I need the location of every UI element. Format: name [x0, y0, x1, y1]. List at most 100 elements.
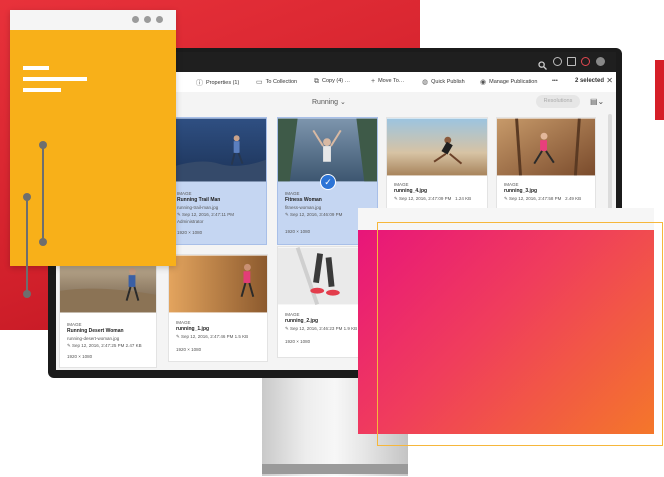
asset-thumbnail: [387, 118, 487, 176]
connector-line: [26, 196, 28, 294]
asset-author: Administrator: [177, 219, 204, 224]
asset-dimensions: 1920 × 1080: [285, 229, 311, 234]
window-titlebar: [10, 10, 176, 30]
folder-dropdown[interactable]: Running ⌄: [312, 98, 346, 106]
connector-knob: [39, 141, 47, 149]
asset-filename: running-desert-woman.jpg: [67, 336, 120, 341]
text-line-decoration: [23, 77, 87, 81]
asset-title: running_2.jpg: [285, 318, 319, 324]
asset-type: IMAGE: [285, 312, 300, 317]
move-button[interactable]: + Move To…: [371, 78, 404, 85]
asset-card-running-3[interactable]: IMAGE running_3.jpg ✎ Sep 12, 2016, 2:47…: [496, 117, 596, 217]
properties-button[interactable]: ⓘ Properties (1): [196, 78, 239, 88]
asset-filesize: 1.24 KB: [455, 196, 472, 201]
asset-meta: IMAGE running_4.jpg ✎ Sep 12, 2016, 2:47…: [394, 182, 472, 201]
manage-publication-button[interactable]: ◉ Manage Publication: [480, 78, 537, 86]
asset-date: Sep 12, 2016, 2:47:09 PM: [399, 196, 452, 201]
asset-meta: IMAGE running_1.jpg ✎ Sep 12, 2016, 2:47…: [176, 320, 249, 352]
window-dot-icon: [156, 16, 163, 23]
asset-meta: IMAGE Fitness Woman fitness-woman.jpg ✎ …: [285, 191, 343, 234]
view-switcher-icon[interactable]: ▤⌄: [590, 97, 604, 106]
manage-publication-label: Manage Publication: [489, 79, 538, 85]
asset-meta: IMAGE Running Trail Man running-trail-ma…: [177, 191, 234, 235]
avatar[interactable]: [596, 57, 605, 66]
close-icon[interactable]: ✕: [606, 76, 613, 85]
asset-card-running-1[interactable]: IMAGE running_1.jpg ✎ Sep 12, 2016, 2:47…: [168, 254, 268, 362]
asset-thumbnail: [169, 255, 267, 313]
properties-label: Properties (1): [206, 80, 240, 86]
asset-filename: fitness-woman.jpg: [285, 205, 322, 210]
asset-title: Fitness Woman: [285, 197, 322, 203]
asset-filesize: 1.9 KB: [343, 326, 358, 331]
asset-date: Sep 12, 2016, 2:47:25 PM: [72, 343, 125, 348]
connector-knob: [23, 290, 31, 298]
asset-title: running_4.jpg: [394, 188, 428, 194]
search-icon[interactable]: [538, 57, 547, 70]
window-dot-icon: [132, 16, 139, 23]
asset-title: running_1.jpg: [176, 326, 210, 332]
asset-title: Running Trail Man: [177, 197, 221, 203]
asset-card-running-desert-woman[interactable]: IMAGE Running Desert Woman running-deser…: [59, 254, 157, 368]
text-line-decoration: [23, 88, 61, 92]
asset-meta: IMAGE Running Desert Woman running-deser…: [67, 322, 142, 359]
to-collection-label: To Collection: [265, 79, 298, 85]
asset-date: Sep 12, 2016, 3:46:09 PM: [290, 212, 343, 217]
help-icon[interactable]: [553, 57, 562, 66]
asset-card-running-4[interactable]: IMAGE running_4.jpg ✎ Sep 12, 2016, 2:47…: [386, 117, 488, 217]
apps-icon[interactable]: [567, 57, 576, 66]
asset-thumbnail: [278, 118, 377, 182]
asset-dimensions: 1920 × 1080: [67, 354, 93, 359]
red-accent: [655, 60, 664, 120]
asset-dimensions: 1920 × 1080: [285, 339, 311, 344]
collection-icon: ▭: [256, 79, 263, 86]
selected-check-icon[interactable]: ✓: [266, 174, 267, 190]
monitor-stand-foot: [262, 464, 408, 474]
more-actions-button[interactable]: •••: [552, 78, 558, 84]
publish-icon: ◉: [480, 79, 487, 86]
asset-type: IMAGE: [285, 191, 300, 196]
gradient-outline-frame: [377, 222, 663, 446]
asset-dimensions: 1920 × 1080: [176, 347, 202, 352]
asset-card-running-trail-man[interactable]: ✓ IMAGE Running Trail Man running-trail-…: [169, 117, 267, 245]
to-collection-button[interactable]: ▭ To Collection: [256, 78, 297, 86]
asset-type: IMAGE: [67, 322, 82, 327]
asset-meta: IMAGE running_3.jpg ✎ Sep 12, 2016, 2:47…: [504, 182, 582, 201]
asset-filename: running-trail-man.jpg: [177, 205, 219, 210]
asset-type: IMAGE: [177, 191, 192, 196]
notification-icon[interactable]: [581, 57, 590, 66]
asset-thumbnail: [170, 118, 266, 182]
asset-meta: IMAGE running_2.jpg ✎ Sep 12, 2016, 2:46…: [285, 312, 358, 344]
connector-knob: [23, 193, 31, 201]
asset-type: IMAGE: [504, 182, 519, 187]
text-line-decoration: [23, 66, 49, 70]
resolutions-button[interactable]: Resolutions: [536, 95, 580, 108]
asset-dimensions: 1920 × 1080: [177, 230, 203, 235]
copy-button[interactable]: ⧉ Copy (4) …: [314, 78, 350, 86]
copy-icon: ⧉: [314, 78, 319, 85]
quick-publish-label: Quick Publish: [431, 79, 465, 85]
copy-label: Copy (4) …: [322, 78, 351, 84]
asset-date: Sep 12, 2016, 2:47:46 PM: [181, 334, 234, 339]
asset-type: IMAGE: [394, 182, 409, 187]
window-dot-icon: [144, 16, 151, 23]
yellow-window-illustration: [10, 10, 176, 266]
selected-check-icon[interactable]: ✓: [320, 174, 336, 190]
quick-publish-button[interactable]: ◍ Quick Publish: [422, 78, 465, 86]
asset-date: Sep 12, 2016, 2:47:11 PM: [182, 212, 234, 217]
move-label: Move To…: [378, 78, 405, 84]
asset-title: Running Desert Woman: [67, 328, 124, 334]
asset-type: IMAGE: [176, 320, 191, 325]
asset-thumbnail: [497, 118, 595, 176]
plus-icon: +: [371, 78, 376, 85]
asset-date: Sep 12, 2016, 2:46:23 PM: [290, 326, 343, 331]
asset-date: Sep 12, 2016, 2:47:58 PM: [509, 196, 562, 201]
info-icon: ⓘ: [196, 80, 203, 87]
asset-filesize: 2.47 KB: [125, 343, 142, 348]
asset-filesize: 1.5 KB: [234, 334, 249, 339]
connector-line: [42, 144, 44, 242]
asset-filesize: 2.49 KB: [565, 196, 582, 201]
asset-title: running_3.jpg: [504, 188, 538, 194]
globe-icon: ◍: [422, 79, 429, 86]
selection-count: 2 selected: [574, 78, 604, 84]
connector-knob: [39, 238, 47, 246]
